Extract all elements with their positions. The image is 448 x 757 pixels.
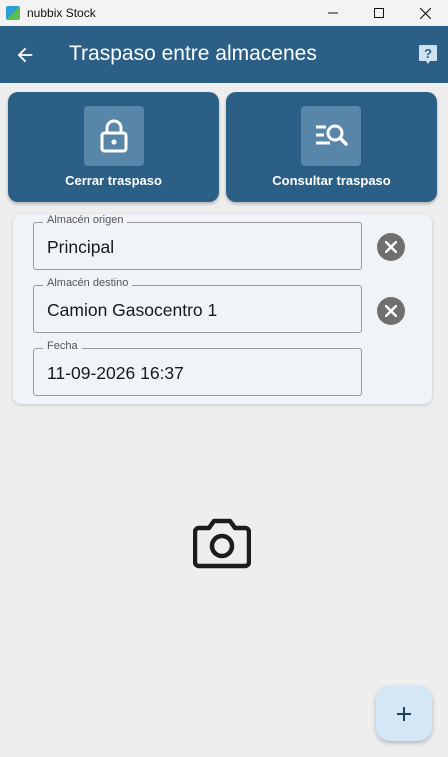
window-title: nubbix Stock: [27, 6, 96, 20]
date-field[interactable]: Fecha 11-09-2026 16:37: [33, 340, 362, 396]
destination-warehouse-label: Almacén destino: [43, 277, 133, 289]
origin-warehouse-label: Almacén origen: [43, 214, 128, 226]
origin-warehouse-value: Principal: [47, 237, 115, 257]
close-transfer-label: Cerrar traspaso: [65, 173, 162, 188]
date-value: 11-09-2026 16:37: [47, 363, 184, 383]
app-bar: Traspaso entre almacenes ?: [0, 26, 448, 83]
clear-origin-button[interactable]: [377, 233, 405, 261]
consult-transfer-button[interactable]: Consultar traspaso: [226, 92, 437, 202]
destination-warehouse-field[interactable]: Almacén destino Camion Gasocentro 1: [33, 277, 362, 333]
window-titlebar: nubbix Stock: [0, 0, 448, 26]
clear-destination-button[interactable]: [377, 297, 405, 325]
list-search-icon: [316, 124, 348, 146]
app-logo-icon: [6, 6, 20, 20]
minimize-icon: [328, 12, 338, 14]
window-controls: [310, 0, 448, 26]
maximize-button[interactable]: [356, 0, 402, 26]
consult-transfer-icon-box: [301, 106, 361, 166]
close-window-button[interactable]: [402, 0, 448, 26]
lock-icon: [100, 119, 128, 153]
close-transfer-button[interactable]: Cerrar traspaso: [8, 92, 219, 202]
add-fab-button[interactable]: [376, 686, 432, 741]
page-title: Traspaso entre almacenes: [69, 42, 317, 65]
maximize-icon: [374, 8, 384, 18]
consult-transfer-label: Consultar traspaso: [272, 173, 391, 188]
destination-warehouse-value: Camion Gasocentro 1: [47, 300, 218, 320]
origin-warehouse-field[interactable]: Almacén origen Principal: [33, 214, 362, 270]
back-arrow-icon[interactable]: [14, 44, 36, 66]
add-icon: [397, 706, 411, 721]
close-transfer-icon-box: [84, 106, 144, 166]
minimize-button[interactable]: [310, 0, 356, 26]
close-icon: [419, 7, 431, 19]
svg-text:?: ?: [424, 46, 432, 61]
transfer-form: Almacén origen Principal Almacén destino…: [13, 214, 432, 404]
camera-icon[interactable]: [193, 516, 251, 570]
help-icon[interactable]: ?: [418, 44, 438, 66]
clear-icon: [385, 305, 397, 317]
clear-icon: [385, 241, 397, 253]
date-label: Fecha: [43, 340, 82, 352]
